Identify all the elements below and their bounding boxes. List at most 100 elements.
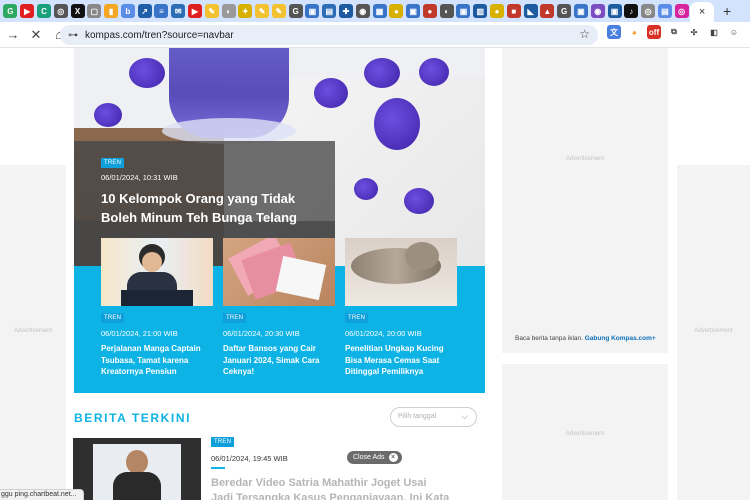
extension-icon-3[interactable]: off — [647, 25, 661, 39]
flower-petal — [364, 58, 400, 88]
tab-favicon-31[interactable]: ■ — [506, 4, 521, 18]
url-text[interactable]: kompas.com/tren?source=navbar — [85, 30, 234, 41]
accent-divider — [211, 467, 225, 469]
sidebar-toggle-icon[interactable]: ◧ — [707, 25, 721, 39]
category-tag[interactable]: TREN — [211, 437, 235, 447]
tab-favicon-40[interactable]: ▤ — [657, 4, 672, 18]
tab-favicon-32[interactable]: ◣ — [523, 4, 538, 18]
flower-petal — [354, 178, 378, 200]
profile-avatar-icon[interactable]: ☺ — [727, 25, 741, 39]
tab-favicon-13[interactable]: ✎ — [204, 4, 219, 18]
category-tag[interactable]: TREN — [101, 158, 125, 168]
category-tag[interactable]: TREN — [223, 313, 247, 323]
bookmark-star-icon[interactable]: ☆ — [579, 27, 590, 41]
tab-favicon-34[interactable]: G — [557, 4, 572, 18]
tab-favicon-22[interactable]: ◉ — [355, 4, 370, 18]
advertisement-label: Advertisement — [694, 328, 733, 334]
article-title[interactable]: Penelitian Ungkap Kucing Bisa Merasa Cem… — [345, 343, 457, 378]
article-date: 06/01/2024, 20:00 WIB — [345, 329, 422, 338]
tab-favicon-15[interactable]: ✦ — [238, 4, 253, 18]
tab-favicon-tiktok[interactable]: ♪ — [624, 4, 639, 18]
right-column-ad-2[interactable]: Advertisement — [502, 364, 668, 500]
kompas-plus-link[interactable]: Gabung Kompas.com+ — [585, 335, 656, 342]
tab-favicon-19[interactable]: ▣ — [305, 4, 320, 18]
flower-petal — [94, 103, 122, 127]
puzzle-icon[interactable]: ✣ — [687, 25, 701, 39]
close-ads-label: Close Ads — [353, 454, 385, 461]
date-picker[interactable]: Pilih tanggal ⌵ — [390, 407, 477, 427]
article-thumbnail[interactable] — [223, 238, 335, 306]
tab-favicon-37[interactable]: ▣ — [607, 4, 622, 18]
tab-favicon-17[interactable]: ✎ — [271, 4, 286, 18]
right-column-ad[interactable]: Advertisement Baca berita tanpa iklan. G… — [502, 48, 668, 353]
tab-favicon-35[interactable]: ▣ — [573, 4, 588, 18]
page-content: Advertisement Advertisement TREN 06/01/2… — [0, 48, 750, 500]
tab-favicon-4[interactable]: ◎ — [53, 4, 68, 18]
tab-favicon-14[interactable]: ◐ — [221, 4, 236, 18]
tab-favicon-18[interactable]: G — [288, 4, 303, 18]
close-ads-button[interactable]: Close Ads × — [347, 451, 402, 464]
article-card[interactable]: TREN 06/01/2024, 20:30 WIB Daftar Bansos… — [223, 238, 335, 378]
article-title[interactable]: Beredar Video Satria Mahathir Joget Usai… — [211, 476, 451, 500]
tab-favicon-30[interactable]: ● — [490, 4, 505, 18]
article-title[interactable]: Perjalanan Manga Captain Tsubasa, Tamat … — [101, 343, 213, 378]
right-side-ad[interactable]: Advertisement — [677, 165, 750, 500]
left-side-ad[interactable]: Advertisement — [0, 165, 66, 500]
tab-favicon-8[interactable]: b — [120, 4, 135, 18]
forward-button[interactable]: → — [3, 25, 23, 45]
thumbnail-person-body — [113, 472, 161, 500]
article-thumbnail[interactable] — [345, 238, 457, 306]
browser-toolbar: → ✕ ⌂ ⊶ kompas.com/tren?source=navbar ☆ … — [0, 22, 750, 48]
article-date: 06/01/2024, 21:00 WIB — [101, 329, 178, 338]
address-bar[interactable]: ⊶ kompas.com/tren?source=navbar ☆ — [60, 25, 598, 45]
extension-icon-2[interactable]: ◕ — [627, 25, 641, 39]
tab-favicon-20[interactable]: ▤ — [322, 4, 337, 18]
tab-favicon-29[interactable]: ▥ — [473, 4, 488, 18]
tab-favicon-25[interactable]: ▣ — [406, 4, 421, 18]
thumbnail-person — [126, 450, 148, 474]
article-title[interactable]: Daftar Bansos yang Cair Januari 2024, Si… — [223, 343, 335, 378]
tab-favicon-11[interactable]: ✉ — [171, 4, 186, 18]
flower-petal — [419, 58, 449, 86]
tab-favicon-10[interactable]: ≡ — [154, 4, 169, 18]
tab-favicon-7[interactable]: ▮ — [104, 4, 119, 18]
tab-favicon-instagram[interactable]: ◎ — [674, 4, 689, 18]
category-tag[interactable]: TREN — [345, 313, 369, 323]
tab-favicon-youtube[interactable]: ▶ — [20, 4, 35, 18]
tab-favicon-36[interactable]: ◉ — [590, 4, 605, 18]
article-card[interactable]: TREN 06/01/2024, 20:00 WIB Penelitian Un… — [345, 238, 457, 378]
site-info-icon[interactable]: ⊶ — [64, 30, 82, 41]
category-tag[interactable]: TREN — [101, 313, 125, 323]
tab-favicon-24[interactable]: ● — [389, 4, 404, 18]
tab-favicon-16[interactable]: ✎ — [255, 4, 270, 18]
article-date: 06/01/2024, 20:30 WIB — [223, 329, 300, 338]
tab-favicon-23[interactable]: ▦ — [372, 4, 387, 18]
tab-strip: G ▶ C ◎ X ▢ ▮ b ↗ ≡ ✉ ▶ ✎ ◐ ✦ ✎ ✎ G ▣ ▤ … — [0, 0, 750, 22]
news-thumbnail[interactable] — [73, 438, 201, 500]
flower-petal — [314, 78, 348, 108]
tab-favicon-27[interactable]: ◐ — [439, 4, 454, 18]
tab-favicon-33[interactable]: ▲ — [540, 4, 555, 18]
new-tab-button[interactable]: + — [718, 2, 736, 20]
tab-favicon-12[interactable]: ▶ — [187, 4, 202, 18]
tab-favicon-3[interactable]: C — [36, 4, 51, 18]
active-tab[interactable]: × — [690, 2, 715, 22]
stop-button[interactable]: ✕ — [26, 25, 46, 45]
tab-favicon-21[interactable]: ✚ — [339, 4, 354, 18]
tab-favicon-9[interactable]: ↗ — [137, 4, 152, 18]
tab-favicon-39[interactable]: ◎ — [641, 4, 656, 18]
tab-favicon-1[interactable]: G — [3, 4, 18, 18]
ad-free-promo: Baca berita tanpa iklan. Gabung Kompas.c… — [515, 335, 656, 342]
tab-favicon-x[interactable]: X — [70, 4, 85, 18]
article-card[interactable]: TREN 06/01/2024, 21:00 WIB Perjalanan Ma… — [101, 238, 213, 378]
tab-favicon-26[interactable]: ● — [422, 4, 437, 18]
flower-petal — [404, 188, 434, 214]
extension-icon-4[interactable]: ⧉ — [667, 25, 681, 39]
advertisement-label: Advertisement — [565, 431, 605, 437]
close-icon[interactable]: × — [699, 6, 705, 18]
tab-favicon-6[interactable]: ▢ — [87, 4, 102, 18]
article-title[interactable]: 10 Kelompok Orang yang Tidak Boleh Minum… — [101, 189, 331, 227]
translate-extension-icon[interactable]: 文 — [607, 25, 621, 39]
tab-favicon-28[interactable]: ▣ — [456, 4, 471, 18]
article-thumbnail[interactable] — [101, 238, 213, 306]
